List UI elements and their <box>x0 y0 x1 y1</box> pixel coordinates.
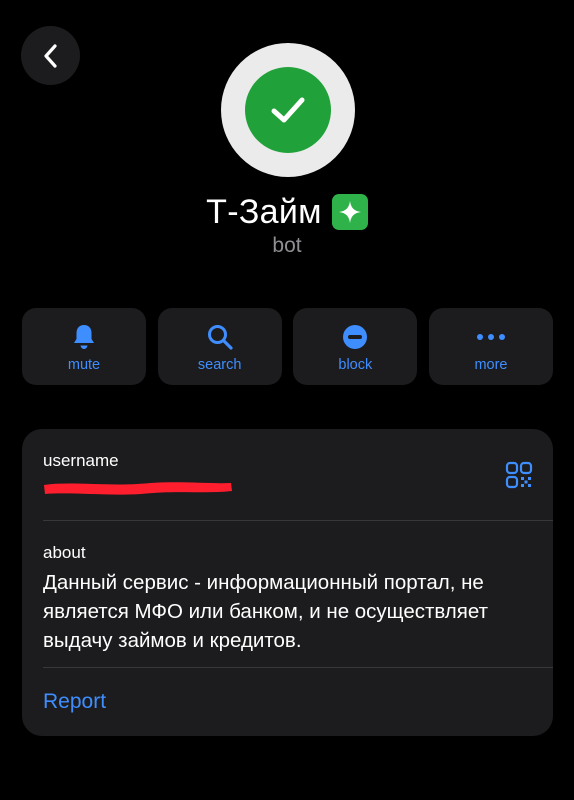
search-button[interactable]: search <box>157 308 282 385</box>
sparkle-icon <box>338 201 361 223</box>
info-card: username about Данный сервис - информаци… <box>22 429 553 736</box>
about-text: Данный сервис - информационный портал, н… <box>43 571 488 652</box>
chevron-left-icon <box>43 43 57 68</box>
qr-code-button[interactable] <box>505 461 533 489</box>
bot-profile-screen: Т-Займ bot mute search block more userna… <box>0 0 574 800</box>
avatar <box>221 43 355 177</box>
about-label: about <box>43 543 86 562</box>
sparkle-badge <box>331 194 368 230</box>
search-label: search <box>197 357 242 373</box>
title-row: Т-Займ <box>0 188 574 236</box>
profile-type: bot <box>272 234 302 257</box>
more-label: more <box>474 357 508 373</box>
block-label: block <box>338 357 373 373</box>
redacted-username <box>44 482 232 495</box>
username-label: username <box>43 451 119 470</box>
bell-icon <box>74 325 94 349</box>
divider <box>43 520 553 521</box>
page-title: Т-Займ <box>206 192 322 231</box>
ellipsis-icon <box>476 334 505 340</box>
back-button[interactable] <box>21 26 80 85</box>
report-link[interactable]: Report <box>43 690 106 714</box>
qr-code-icon <box>505 461 533 489</box>
mute-label: mute <box>67 357 101 373</box>
more-button[interactable]: more <box>428 308 553 385</box>
block-icon <box>343 325 368 349</box>
block-button[interactable]: block <box>293 308 418 385</box>
check-icon <box>271 97 305 123</box>
action-bar: mute search block more <box>22 308 553 385</box>
search-icon <box>207 325 233 350</box>
avatar-badge <box>245 67 331 153</box>
divider <box>43 667 553 668</box>
mute-button[interactable]: mute <box>22 308 146 385</box>
